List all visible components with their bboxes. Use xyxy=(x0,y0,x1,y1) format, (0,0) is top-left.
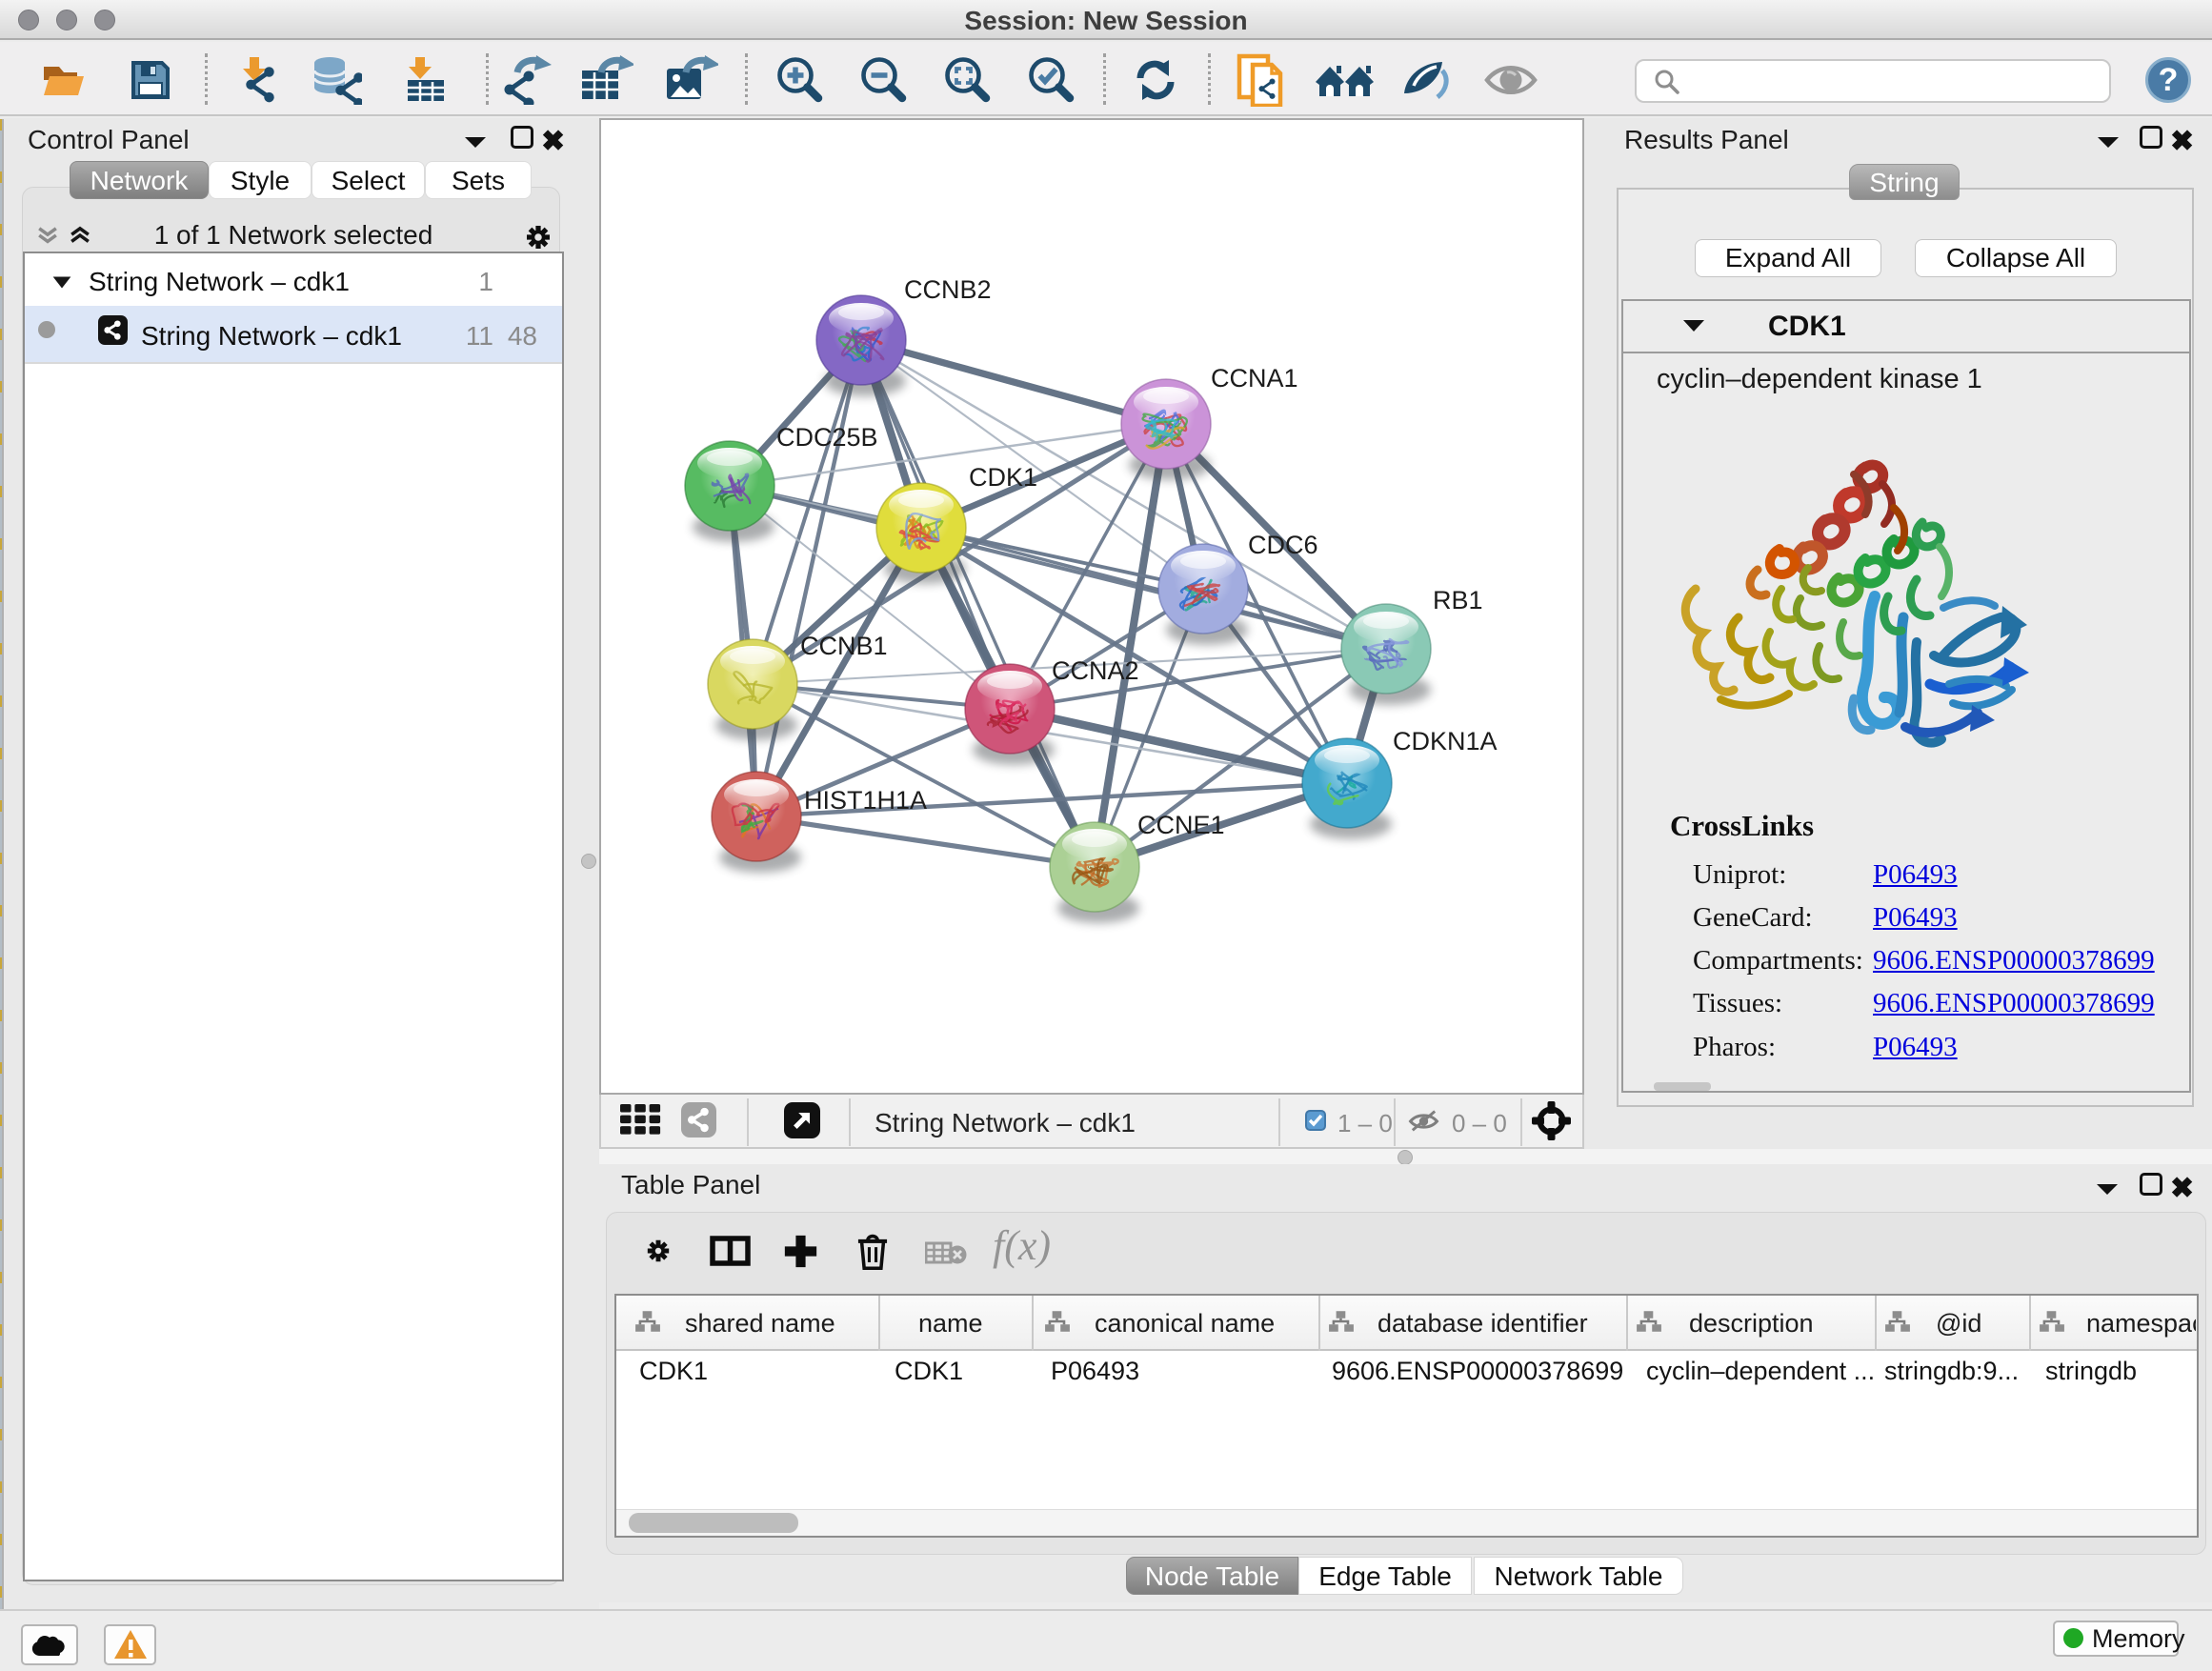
svg-text:RB1: RB1 xyxy=(1433,586,1483,614)
svg-text:HIST1H1A: HIST1H1A xyxy=(804,786,927,815)
svg-text:CCNA2: CCNA2 xyxy=(1052,656,1139,685)
svg-text:CCNB2: CCNB2 xyxy=(904,275,992,304)
svg-text:CDC6: CDC6 xyxy=(1248,531,1318,559)
svg-text:CDC25B: CDC25B xyxy=(776,423,878,452)
svg-text:CCNB1: CCNB1 xyxy=(800,632,888,660)
svg-text:CDKN1A: CDKN1A xyxy=(1393,727,1498,755)
svg-text:CCNE1: CCNE1 xyxy=(1137,811,1225,839)
svg-text:CDK1: CDK1 xyxy=(969,463,1037,492)
svg-text:CCNA1: CCNA1 xyxy=(1211,364,1298,393)
